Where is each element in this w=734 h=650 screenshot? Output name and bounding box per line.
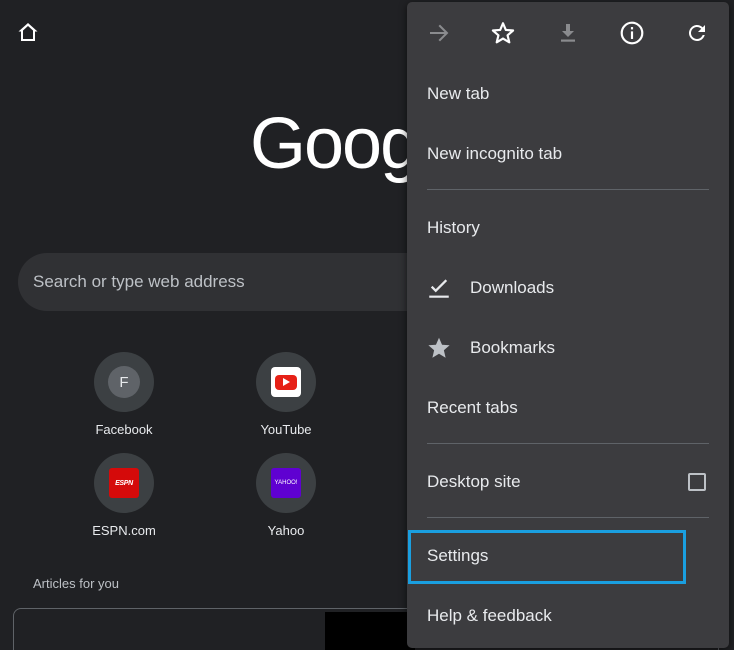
- tile-label-yahoo: Yahoo: [267, 523, 305, 538]
- menu-item-label: Desktop site: [427, 472, 521, 491]
- star-filled-icon: [425, 334, 453, 362]
- menu-divider: [427, 517, 709, 518]
- menu-item-new-tab[interactable]: New tab: [407, 64, 729, 124]
- menu-divider: [427, 189, 709, 190]
- menu-item-settings[interactable]: Settings: [407, 526, 729, 586]
- info-icon: [620, 21, 644, 45]
- menu-item-label: New tab: [427, 84, 490, 103]
- menu-item-recent-tabs[interactable]: Recent tabs: [407, 378, 729, 438]
- menu-item-help-feedback[interactable]: Help & feedback: [407, 586, 729, 646]
- tile-label-facebook: Facebook: [95, 422, 153, 437]
- menu-item-label: Downloads: [470, 278, 555, 297]
- page-info-button[interactable]: [617, 18, 647, 48]
- menu-item-history[interactable]: History: [407, 198, 729, 258]
- arrow-right-icon: [430, 24, 449, 42]
- menu-item-new-incognito-tab[interactable]: New incognito tab: [407, 124, 729, 184]
- menu-item-label: Help & feedback: [427, 606, 552, 625]
- facebook-icon: F: [108, 366, 140, 398]
- menu-item-label: New incognito tab: [427, 144, 563, 163]
- tile-youtube[interactable]: YouTube: [231, 352, 341, 437]
- overflow-menu: New tab New incognito tab History Downlo…: [407, 2, 729, 648]
- search-placeholder: Search or type web address: [33, 272, 245, 291]
- tile-espn[interactable]: ESPN ESPN.com: [69, 453, 179, 538]
- tile-icon-container: F: [94, 352, 154, 412]
- menu-item-bookmarks[interactable]: Bookmarks: [407, 318, 729, 378]
- tile-label-espn: ESPN.com: [92, 523, 156, 538]
- chrome-new-tab-page: Goog Search or type web address F Facebo…: [0, 0, 734, 650]
- bookmark-button[interactable]: [488, 18, 518, 48]
- tile-yahoo[interactable]: YAHOO! Yahoo: [231, 453, 341, 538]
- tile-label-youtube: YouTube: [260, 422, 312, 437]
- menu-divider: [427, 443, 709, 444]
- espn-logo-text: ESPN: [115, 479, 133, 487]
- articles-heading: Articles for you: [33, 576, 119, 591]
- download-check-icon: [425, 274, 453, 302]
- menu-item-label: Settings: [427, 546, 489, 565]
- youtube-icon: [271, 367, 301, 397]
- menu-item-desktop-site[interactable]: Desktop site: [407, 452, 729, 512]
- reload-button[interactable]: [682, 18, 712, 48]
- menu-item-label: Recent tabs: [427, 398, 518, 417]
- menu-item-label: History: [427, 218, 480, 237]
- refresh-icon: [688, 25, 705, 42]
- yahoo-logo-text: YAHOO!: [274, 480, 298, 486]
- desktop-site-checkbox[interactable]: [688, 473, 706, 491]
- tile-icon-container: YAHOO!: [256, 453, 316, 513]
- facebook-letter: F: [119, 373, 129, 391]
- download-page-button[interactable]: [553, 18, 583, 48]
- menu-item-downloads[interactable]: Downloads: [407, 258, 729, 318]
- tile-icon-container: [256, 352, 316, 412]
- home-button[interactable]: [14, 18, 42, 46]
- google-logo: Goog: [250, 104, 420, 184]
- yahoo-icon: YAHOO!: [271, 468, 301, 498]
- tile-facebook[interactable]: F Facebook: [69, 352, 179, 437]
- menu-item-label: Bookmarks: [470, 338, 556, 357]
- star-outline-icon: [491, 22, 515, 44]
- home-icon: [18, 23, 38, 41]
- download-icon: [561, 24, 575, 42]
- tile-icon-container: ESPN: [94, 453, 154, 513]
- forward-button[interactable]: [424, 18, 454, 48]
- article-thumbnail: [325, 612, 415, 650]
- menu-toolbar: [407, 2, 729, 64]
- espn-icon: ESPN: [109, 468, 139, 498]
